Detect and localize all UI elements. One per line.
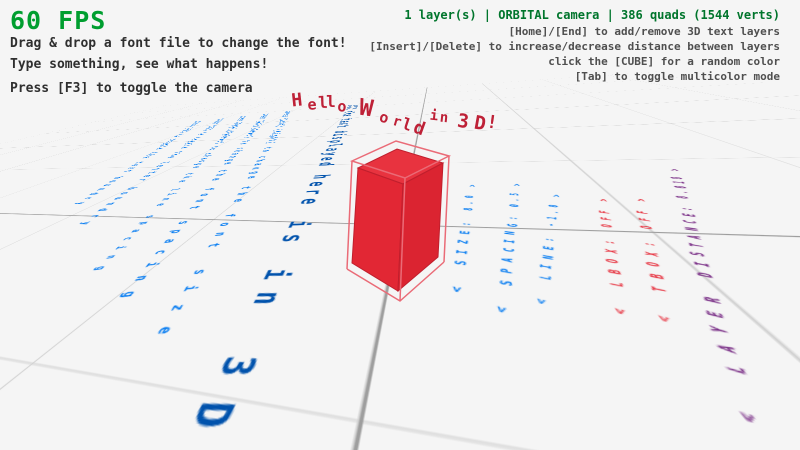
3d-text-viewport[interactable]: Allthetextdisplayedhereisin3Dpress[Left]…	[0, 0, 800, 450]
cube[interactable]	[0, 0, 800, 450]
cube-face-left[interactable]	[352, 168, 403, 291]
